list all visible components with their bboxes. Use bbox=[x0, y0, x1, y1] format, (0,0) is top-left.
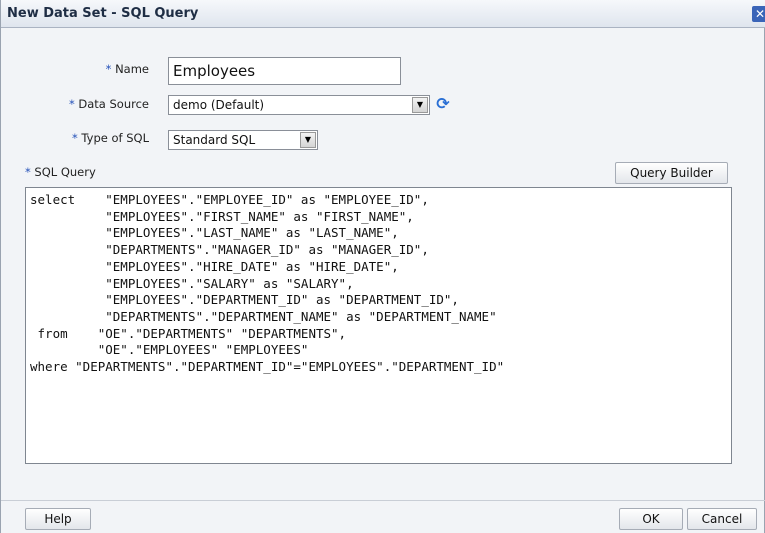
sql-query-label: * SQL Query bbox=[25, 165, 96, 179]
required-marker: * bbox=[68, 97, 75, 111]
sql-type-label-text: Type of SQL bbox=[81, 131, 149, 145]
chevron-down-icon[interactable]: ▼ bbox=[412, 97, 428, 113]
data-source-label: * Data Source bbox=[9, 97, 149, 111]
required-marker: * bbox=[72, 131, 78, 145]
data-source-select[interactable]: demo (Default) ▼ bbox=[168, 95, 430, 115]
data-source-value: demo (Default) bbox=[173, 98, 265, 112]
close-icon[interactable]: ✕ bbox=[752, 6, 765, 22]
cancel-button[interactable]: Cancel bbox=[687, 508, 757, 530]
sql-type-select[interactable]: Standard SQL ▼ bbox=[168, 130, 318, 150]
sql-query-label-text: SQL Query bbox=[34, 165, 96, 179]
name-label: * Name bbox=[9, 62, 149, 76]
sql-query-textarea[interactable]: select "EMPLOYEES"."EMPLOYEE_ID" as "EMP… bbox=[25, 187, 732, 464]
dialog-titlebar: New Data Set - SQL Query ✕ bbox=[1, 0, 765, 28]
help-button[interactable]: Help bbox=[25, 508, 91, 530]
sql-query-dialog: New Data Set - SQL Query ✕ * Name Employ… bbox=[0, 0, 765, 533]
required-marker: * bbox=[25, 165, 31, 179]
dialog-title: New Data Set - SQL Query bbox=[7, 6, 199, 21]
ok-button[interactable]: OK bbox=[619, 508, 683, 530]
chevron-down-icon[interactable]: ▼ bbox=[300, 132, 316, 148]
sql-type-label: * Type of SQL bbox=[9, 131, 149, 145]
sql-type-value: Standard SQL bbox=[173, 133, 256, 147]
query-builder-button[interactable]: Query Builder bbox=[615, 162, 728, 184]
name-input[interactable]: Employees bbox=[168, 57, 401, 85]
data-source-label-text: Data Source bbox=[78, 97, 149, 111]
refresh-icon[interactable]: ⟳ bbox=[434, 95, 452, 113]
required-marker: * bbox=[105, 62, 112, 76]
name-label-text: Name bbox=[115, 62, 149, 76]
